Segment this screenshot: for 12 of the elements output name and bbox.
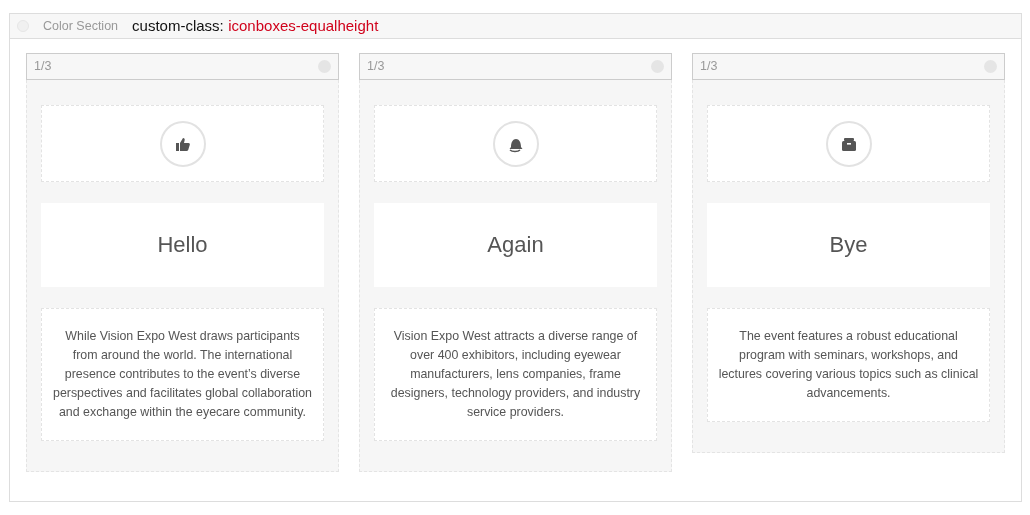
column-width-label: 1/3	[367, 58, 385, 76]
paragraph: While Vision Expo West draws participants from around the world. The international presence contributes to the event’s diverse perspectives and facilitates global collaboration and exchange within the eyecare community.	[52, 328, 313, 421]
column-width-label: 1/3	[700, 58, 718, 76]
custom-class-value: iconboxes-equalheight	[228, 17, 379, 34]
heading: Again	[487, 231, 544, 259]
column-width-label: 1/3	[34, 58, 52, 76]
paragraph: The event features a robust educational program with seminars, workshops, and lectures covering various topics such as clinical advancements.	[718, 328, 979, 402]
section-label: Color Section	[43, 17, 119, 35]
paragraph: Vision Expo West attracts a diverse range of over 400 exhibitors, including eyewear manufacturers, lens companies, frame designers, technology providers, and industry service providers.	[389, 328, 642, 421]
custom-class-label: custom-class:	[132, 17, 224, 34]
heading: Hello	[157, 231, 208, 259]
heading: Bye	[829, 231, 868, 259]
